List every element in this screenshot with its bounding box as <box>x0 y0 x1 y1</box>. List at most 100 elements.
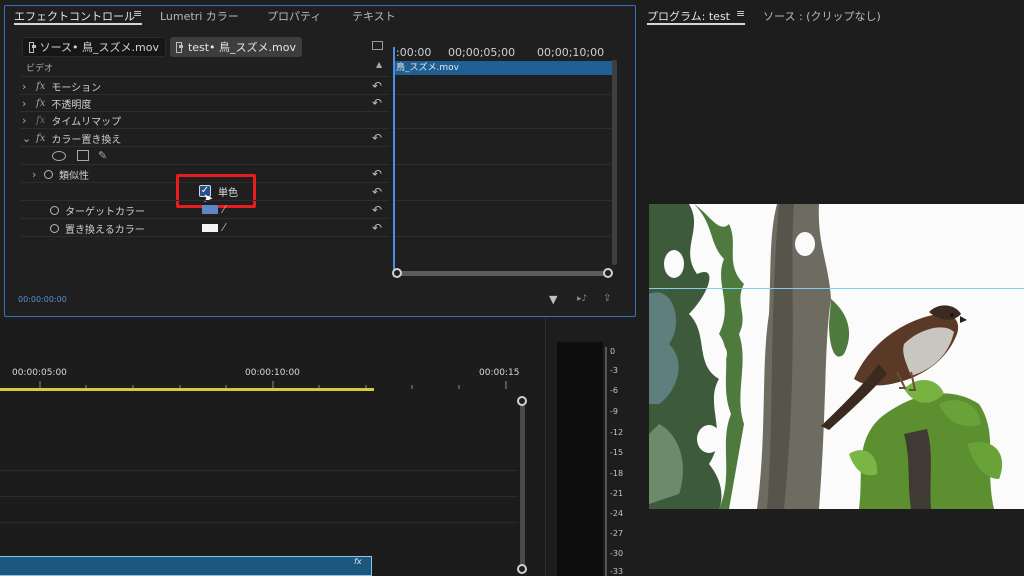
track-divider <box>0 522 518 523</box>
scroll-handle-bottom[interactable] <box>517 564 527 574</box>
toggle-timeline-icon[interactable] <box>372 41 383 50</box>
db-label: 0 <box>610 347 616 356</box>
ec-clip-bar[interactable]: 鳥_スズメ.mov <box>393 61 614 75</box>
reset-icon[interactable]: ↶ <box>372 97 386 109</box>
source-clip-tab[interactable]: ソース• 鳥_スズメ.mov <box>22 37 166 57</box>
effect-row-motion[interactable]: › fx モーション <box>22 78 101 94</box>
current-timecode[interactable]: 00:00:00:00 <box>18 295 67 304</box>
chevron-right-icon[interactable]: › <box>32 168 44 181</box>
ec-playhead[interactable] <box>393 47 395 277</box>
row-divider <box>393 236 613 237</box>
reset-icon[interactable]: ↶ <box>372 204 386 216</box>
panel-menu-icon[interactable]: ≡ <box>736 7 745 20</box>
scroll-handle-left[interactable] <box>392 268 402 278</box>
effect-row-time-remap[interactable]: › fx タイムリマップ <box>22 112 121 128</box>
effect-label: モーション <box>51 82 102 94</box>
rectangle-mask-icon[interactable] <box>77 150 89 161</box>
property-row-similarity[interactable]: › 類似性 <box>32 166 89 182</box>
row-divider <box>393 164 613 165</box>
reset-icon[interactable]: ↶ <box>372 80 386 92</box>
timeline-clip[interactable] <box>0 556 372 576</box>
vertical-scrollbar[interactable] <box>612 60 617 265</box>
property-label: ターゲットカラー <box>65 206 145 218</box>
db-label: -30 <box>610 549 624 558</box>
chevron-right-icon[interactable]: › <box>22 114 34 127</box>
row-divider <box>393 128 613 129</box>
reset-icon[interactable]: ↶ <box>372 132 386 144</box>
eyedropper-icon[interactable]: ⁄ <box>223 221 225 234</box>
effect-row-color-replace[interactable]: ⌄ fx カラー置き換え <box>22 130 121 146</box>
property-row-replace-color[interactable]: 置き換えるカラー <box>50 220 145 236</box>
db-label: -27 <box>610 529 624 538</box>
tab-source-monitor[interactable]: ソース : (クリップなし) <box>763 8 881 24</box>
db-label: -24 <box>610 509 624 518</box>
chevron-down-icon[interactable]: ⌄ <box>22 132 34 145</box>
property-label: 置き換えるカラー <box>65 224 145 236</box>
tab-effect-controls[interactable]: エフェクトコントロール <box>14 8 135 24</box>
fx-icon[interactable]: fx <box>36 133 45 144</box>
reset-icon[interactable]: ↶ <box>372 222 386 234</box>
eyedropper-icon[interactable]: ⁄ <box>223 203 225 216</box>
program-video-frame[interactable] <box>649 204 1024 509</box>
ec-ruler-label: :00:00 <box>396 46 432 59</box>
stopwatch-icon[interactable] <box>50 223 59 233</box>
row-divider <box>20 164 390 165</box>
replace-color-swatch[interactable] <box>202 224 218 232</box>
chevron-right-icon[interactable]: › <box>22 80 34 93</box>
scroll-handle-top[interactable] <box>517 396 527 406</box>
tab-text[interactable]: テキスト <box>352 8 396 24</box>
track-divider <box>0 496 518 497</box>
timeline-ruler-label: 00:00:15 <box>479 368 520 378</box>
db-label: -12 <box>610 428 624 437</box>
sequence-clip-label: test• 鳥_スズメ.mov <box>187 41 296 54</box>
row-divider <box>20 128 390 129</box>
track-divider <box>0 470 518 471</box>
video-section-header: ビデオ <box>26 64 54 74</box>
horizontal-scrollbar[interactable] <box>396 271 612 276</box>
audio-meter <box>557 342 603 576</box>
row-divider <box>20 218 390 219</box>
reset-icon[interactable]: ↶ <box>372 186 386 198</box>
stopwatch-icon[interactable] <box>50 205 59 215</box>
row-divider <box>20 76 390 77</box>
tab-lumetri-color[interactable]: Lumetri カラー <box>160 8 239 24</box>
sequence-icon <box>176 41 183 53</box>
sparrow-video-image <box>649 204 1024 509</box>
db-label: -6 <box>610 386 618 395</box>
timeline-vertical-scrollbar[interactable] <box>520 400 525 572</box>
reset-icon[interactable]: ↶ <box>372 168 386 180</box>
fx-icon[interactable]: fx <box>36 81 45 92</box>
stopwatch-icon[interactable] <box>44 169 53 179</box>
scroll-handle-right[interactable] <box>603 268 613 278</box>
audio-playback-icon[interactable]: ▸♪ <box>577 294 587 304</box>
collapse-up-icon[interactable]: ▲ <box>376 60 382 69</box>
db-label: -18 <box>610 469 624 478</box>
timeline-panel <box>0 320 545 576</box>
panel-divider[interactable] <box>545 318 546 576</box>
clip-fx-badge: fx <box>354 557 362 566</box>
guide-line[interactable] <box>649 288 1024 289</box>
pen-mask-icon[interactable]: ✎ <box>98 149 107 162</box>
work-area-bar[interactable] <box>0 388 374 391</box>
clip-icon <box>29 41 36 53</box>
meter-scale-line <box>605 347 607 576</box>
property-row-target-color[interactable]: ターゲットカラー <box>50 202 145 218</box>
effect-label: カラー置き換え <box>51 134 122 146</box>
db-label: -21 <box>610 489 624 498</box>
target-color-swatch[interactable] <box>202 205 218 214</box>
tab-properties[interactable]: プロパティ <box>267 8 321 24</box>
panel-menu-icon[interactable]: ≡ <box>133 7 142 20</box>
db-label: -3 <box>610 366 618 375</box>
export-icon[interactable]: ⇪ <box>603 293 611 304</box>
row-divider <box>393 200 613 201</box>
effect-label: 不透明度 <box>51 99 92 111</box>
chevron-right-icon[interactable]: › <box>22 97 34 110</box>
timeline-ruler-label: 00:00:05:00 <box>12 368 67 378</box>
effect-row-opacity[interactable]: › fx 不透明度 <box>22 95 91 111</box>
filter-icon[interactable]: ▼ <box>549 293 557 306</box>
fx-icon[interactable]: fx <box>36 98 45 109</box>
tab-program-monitor[interactable]: プログラム: test <box>647 8 730 24</box>
ellipse-mask-icon[interactable] <box>52 151 66 161</box>
mouse-cursor-icon: ➤ <box>203 191 214 205</box>
sequence-clip-tab[interactable]: test• 鳥_スズメ.mov <box>170 37 302 57</box>
